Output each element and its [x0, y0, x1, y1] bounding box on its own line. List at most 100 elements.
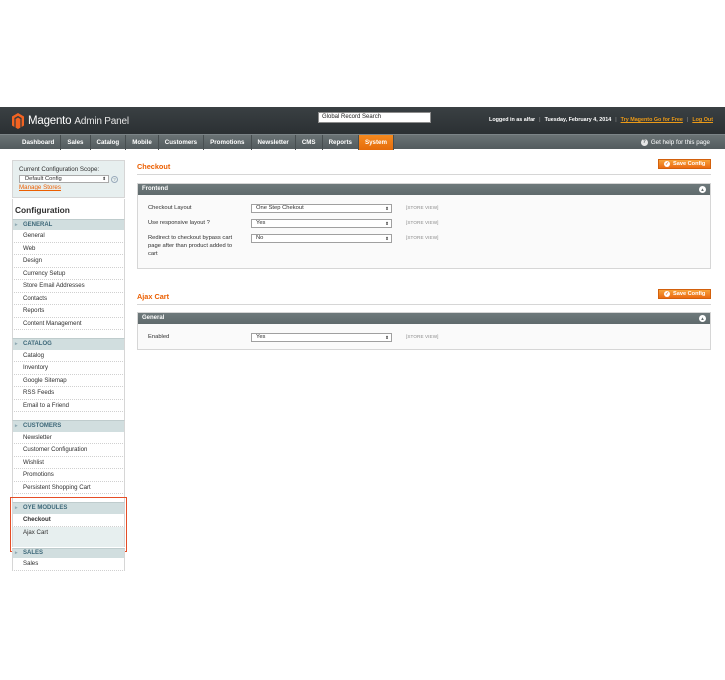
nav-system[interactable]: System — [358, 135, 394, 150]
sidebar-item-reports[interactable]: Reports — [12, 305, 125, 318]
field-label: Use responsive layout ? — [148, 220, 210, 226]
save-icon: ✓ — [664, 291, 670, 297]
separator: | — [686, 117, 689, 123]
select-arrows-icon: ⬍ — [385, 206, 389, 211]
section-gap — [12, 330, 125, 338]
nav-dashboard[interactable]: Dashboard — [16, 135, 62, 150]
global-search-input[interactable]: Global Record Search — [318, 112, 431, 123]
save-config-button[interactable]: ✓ Save Config — [658, 289, 711, 299]
scope-tag: [STORE VIEW] — [406, 220, 439, 225]
save-config-button[interactable]: ✓ Save Config — [658, 159, 711, 169]
nav-promotions[interactable]: Promotions — [204, 135, 252, 150]
sidebar-item-web[interactable]: Web — [12, 242, 125, 256]
title-divider — [137, 304, 711, 305]
highlight-box — [10, 497, 127, 552]
sidebar-item-store-email[interactable]: Store Email Addresses — [12, 280, 125, 293]
fieldset-title: Frontend — [142, 186, 168, 192]
sidebar-item-wishlist[interactable]: Wishlist — [12, 456, 125, 470]
magento-logo[interactable]: Magento Admin Panel — [12, 112, 129, 130]
sidebar-item-sales[interactable]: Sales — [12, 558, 125, 571]
scope-value: Default Config — [25, 176, 62, 182]
nav-cms[interactable]: CMS — [296, 135, 323, 150]
ajax-cart-title: Ajax Cart — [137, 292, 170, 301]
sidebar-item-rss-feeds[interactable]: RSS Feeds — [12, 387, 125, 400]
nav-sales[interactable]: Sales — [61, 135, 91, 150]
select-arrows-icon: ⬍ — [385, 221, 389, 226]
scope-tag: [STORE VIEW] — [406, 334, 439, 339]
try-magento-link[interactable]: Try Magento Go for Free — [621, 117, 683, 123]
logo-text: Magento Admin Panel — [28, 115, 129, 127]
collapse-icon[interactable]: ▲ — [699, 186, 706, 193]
logged-in-text: Logged in as alfar — [489, 117, 536, 123]
help-icon: ? — [640, 139, 648, 146]
logo-sub: Admin Panel — [74, 116, 129, 127]
nav-newsletter[interactable]: Newsletter — [252, 135, 296, 150]
help-label: Get help for this page — [650, 139, 710, 146]
logo-brand: Magento — [28, 115, 72, 127]
nav-reports[interactable]: Reports — [323, 135, 359, 150]
section-catalog[interactable]: ▸ CATALOG — [12, 338, 125, 350]
configuration-title: Configuration — [12, 199, 125, 219]
responsive-layout-select[interactable]: Yes ⬍ — [251, 219, 392, 228]
save-icon: ✓ — [664, 161, 670, 167]
select-arrows-icon: ⬍ — [385, 335, 389, 340]
config-scope-box: Current Configuration Scope: Default Con… — [12, 160, 125, 198]
section-customers[interactable]: ▸ CUSTOMERS — [12, 420, 125, 432]
sidebar-item-content-management[interactable]: Content Management — [12, 317, 125, 331]
field-label: Checkout Layout — [148, 205, 192, 211]
sidebar-item-newsletter[interactable]: Newsletter — [12, 431, 125, 445]
sidebar-item-inventory[interactable]: Inventory — [12, 362, 125, 375]
field-label: Redirect to checkout bypass cart page af… — [148, 235, 233, 258]
section-title: SALES — [23, 550, 44, 556]
collapse-icon[interactable]: ▲ — [699, 315, 706, 322]
expand-icon: ▸ — [15, 550, 18, 556]
nav-catalog[interactable]: Catalog — [91, 135, 127, 150]
nav-mobile[interactable]: Mobile — [126, 135, 159, 150]
sidebar-item-general[interactable]: General — [12, 230, 125, 243]
select-value: One Step Chekout — [256, 205, 304, 211]
section-title: GENERAL — [23, 222, 53, 228]
enabled-select[interactable]: Yes ⬍ — [251, 333, 392, 342]
help-link[interactable]: ? Get help for this page — [640, 135, 710, 150]
save-label: Save Config — [673, 161, 706, 167]
magento-logo-icon — [12, 113, 24, 129]
date-text: Tuesday, February 4, 2014 — [544, 117, 612, 123]
manage-stores-link[interactable]: Manage Stores — [19, 184, 118, 191]
scope-tag: [STORE VIEW] — [406, 205, 439, 210]
separator: | — [615, 117, 617, 123]
fieldset-frontend: Frontend ▲ Checkout Layout One Step Chek… — [137, 183, 711, 269]
expand-icon: ▸ — [15, 423, 18, 429]
select-value: No — [256, 235, 264, 241]
scope-tag: [STORE VIEW] — [406, 235, 439, 240]
section-title: CUSTOMERS — [23, 423, 62, 429]
sidebar-item-persistent-cart[interactable]: Persistent Shopping Cart — [12, 481, 125, 495]
select-arrows-icon: ⬍ — [102, 176, 107, 181]
redirect-checkout-select[interactable]: No ⬍ — [251, 234, 392, 243]
save-label: Save Config — [673, 291, 706, 297]
sidebar-item-contacts[interactable]: Contacts — [12, 292, 125, 306]
nav-customers[interactable]: Customers — [159, 135, 205, 150]
separator: | — [539, 117, 541, 123]
logout-link[interactable]: Log Out — [692, 117, 713, 123]
main-nav: Dashboard Sales Catalog Mobile Customers… — [0, 134, 725, 150]
sidebar-item-google-sitemap[interactable]: Google Sitemap — [12, 374, 125, 388]
section-title: CATALOG — [23, 341, 52, 347]
section-sales[interactable]: ▸ SALES — [12, 548, 125, 558]
checkout-title: Checkout — [137, 162, 171, 171]
sidebar-item-customer-configuration[interactable]: Customer Configuration — [12, 444, 125, 457]
sidebar-item-email-friend[interactable]: Email to a Friend — [12, 399, 125, 413]
field-label: Enabled — [148, 334, 170, 340]
sidebar-item-catalog[interactable]: Catalog — [12, 349, 125, 363]
select-value: Yes — [256, 220, 266, 226]
sidebar-item-design[interactable]: Design — [12, 255, 125, 268]
sidebar-item-currency-setup[interactable]: Currency Setup — [12, 267, 125, 281]
fieldset-header[interactable]: General ▲ — [138, 313, 710, 324]
select-value: Yes — [256, 334, 266, 340]
scope-help-icon[interactable]: ? — [111, 175, 118, 183]
sidebar-item-promotions[interactable]: Promotions — [12, 469, 125, 482]
checkout-layout-select[interactable]: One Step Chekout ⬍ — [251, 204, 392, 213]
fieldset-header[interactable]: Frontend ▲ — [138, 184, 710, 195]
scope-label: Current Configuration Scope: — [19, 166, 100, 173]
scope-select[interactable]: Default Config ⬍ — [19, 175, 110, 183]
fieldset-general: General ▲ Enabled Yes ⬍ [STORE VIEW] — [137, 312, 711, 350]
